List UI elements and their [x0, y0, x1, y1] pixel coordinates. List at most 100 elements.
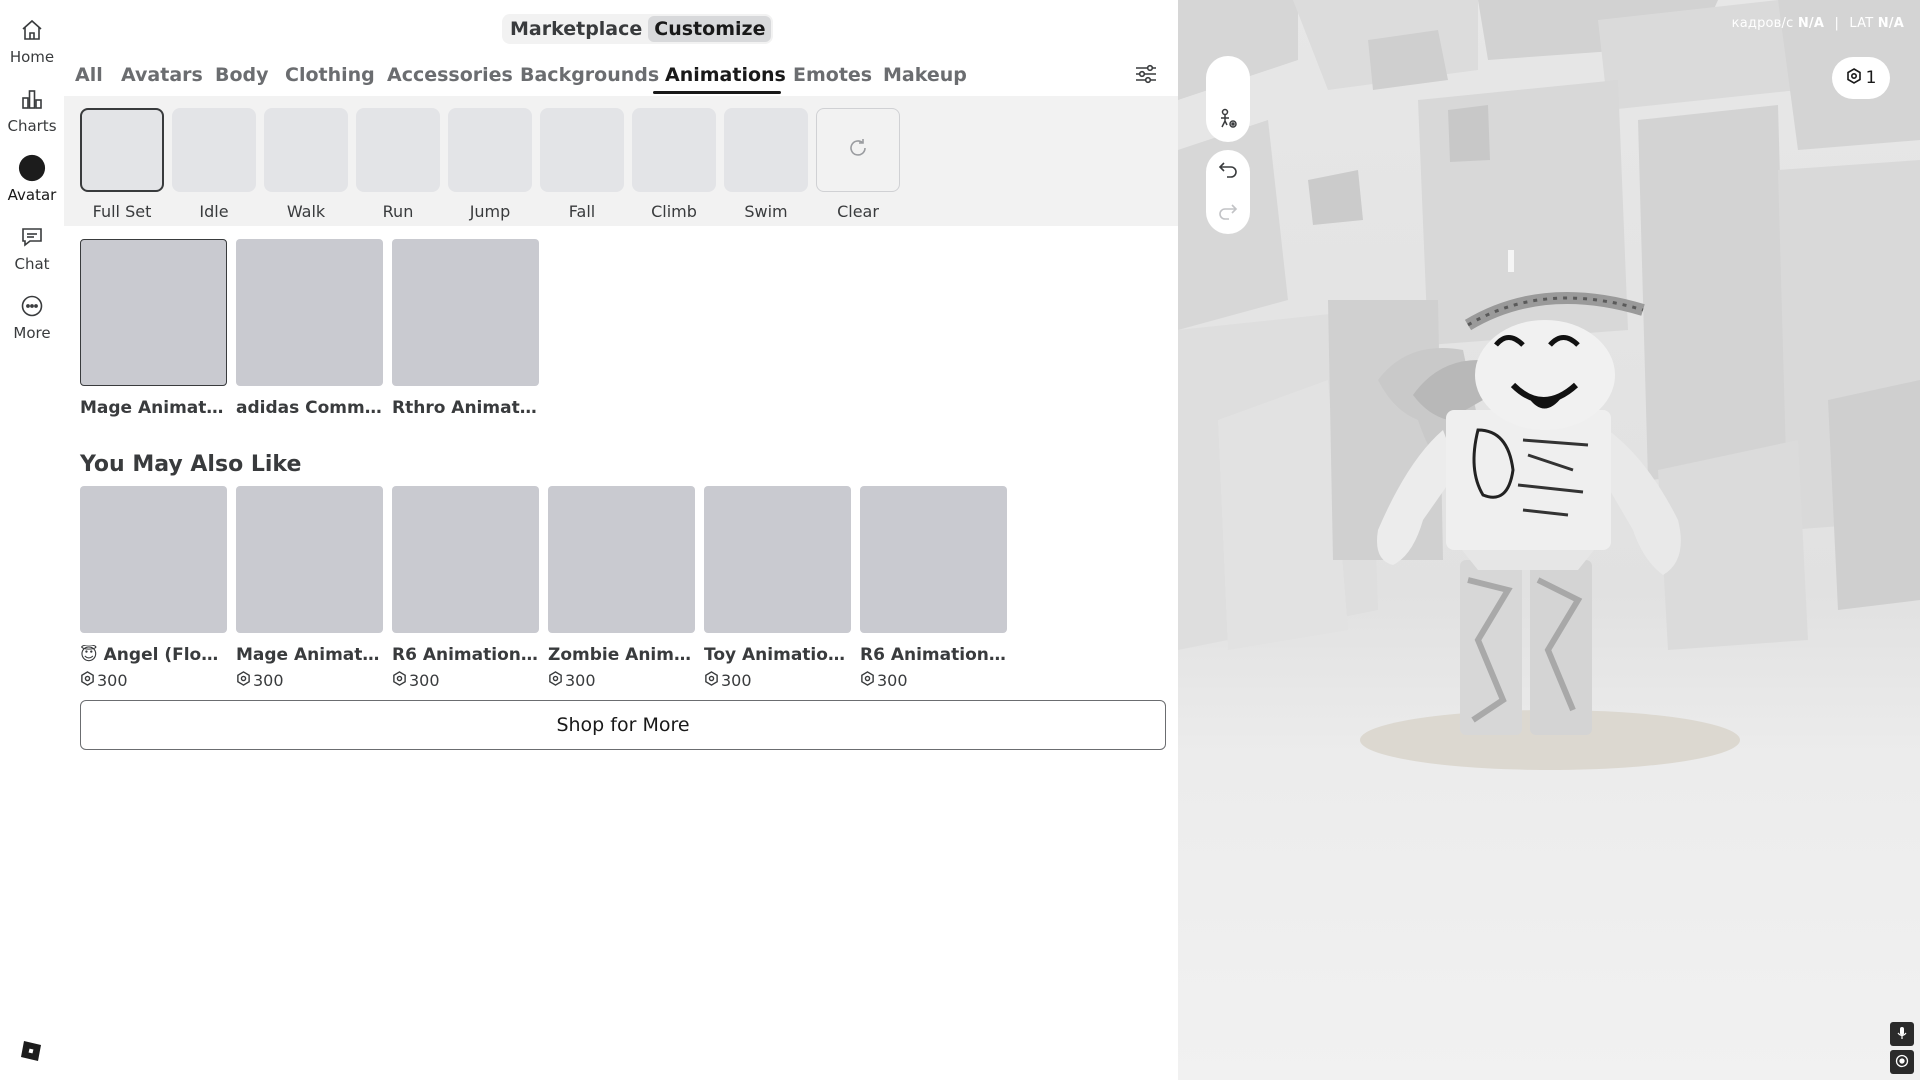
tab-accessories[interactable]: Accessories [387, 64, 513, 86]
undo-button[interactable] [1206, 150, 1250, 192]
slot-label: Idle [199, 202, 229, 221]
recommended-item[interactable]: 😇 Angel (Floati... 300 [80, 486, 227, 690]
item-thumbnail [392, 486, 539, 633]
slot-label: Walk [286, 202, 326, 221]
tab-makeup[interactable]: Makeup [883, 64, 967, 86]
item-thumbnail [236, 239, 383, 386]
item-thumbnail [548, 486, 695, 633]
charts-icon [18, 85, 46, 113]
owned-item[interactable]: Rthro Animatio... [392, 239, 539, 418]
tab-all[interactable]: All [75, 64, 103, 86]
fps-label: кадров/с [1731, 16, 1794, 31]
item-thumbnail [80, 486, 227, 633]
tab-body[interactable]: Body [215, 64, 269, 86]
nav-item-charts[interactable]: Charts [0, 73, 64, 137]
category-tabs: All Avatars Body Clothing Accessories Ba… [64, 56, 1178, 96]
person-gear-icon [1217, 108, 1239, 134]
robux-icon [860, 671, 875, 690]
left-nav: Home Charts Avatar Chat More [0, 0, 64, 1080]
item-thumbnail [236, 486, 383, 633]
recommended-item[interactable]: R6 Animation P... 300 [392, 486, 539, 690]
camera-reset-button[interactable] [1890, 1050, 1914, 1074]
item-name: adidas Commun... [236, 398, 383, 418]
latency-value: N/A [1877, 16, 1904, 31]
item-price: 300 [548, 671, 695, 690]
slot-label: Full Set [92, 202, 152, 221]
slot-label: Fall [568, 202, 596, 221]
mode-toggle: Marketplace Customize [502, 14, 774, 44]
slot-thumb [816, 108, 900, 192]
roblox-logo-icon[interactable] [20, 1040, 44, 1064]
item-thumbnail [860, 486, 1007, 633]
recommended-item[interactable]: Toy Animation ... 300 [704, 486, 851, 690]
slot-fall[interactable]: Fall [540, 108, 624, 221]
microphone-button[interactable] [1890, 1022, 1914, 1046]
tab-avatars[interactable]: Avatars [121, 64, 203, 86]
slot-full-set[interactable]: Full Set [80, 108, 164, 221]
tab-backgrounds[interactable]: Backgrounds [520, 64, 659, 86]
owned-item[interactable]: adidas Commun... [236, 239, 383, 418]
nav-label-home: Home [9, 48, 55, 66]
slot-label: Swim [744, 202, 788, 221]
nav-item-chat[interactable]: Chat [0, 211, 64, 275]
recommended-item[interactable]: Mage Animatio... 300 [236, 486, 383, 690]
slot-label: Clear [837, 202, 879, 221]
slot-climb[interactable]: Climb [632, 108, 716, 221]
slot-idle[interactable]: Idle [172, 108, 256, 221]
redo-button[interactable] [1206, 192, 1250, 234]
slot-thumb [80, 108, 164, 192]
nav-label-charts: Charts [7, 117, 57, 135]
filter-button[interactable] [1132, 62, 1160, 90]
marketplace-tab[interactable]: Marketplace [504, 16, 648, 42]
nav-item-avatar[interactable]: Avatar [0, 142, 64, 206]
avatar-3d-viewport[interactable]: кадров/с N/A | LAT N/A 1 [1178, 0, 1920, 1080]
item-name: R6 Animation P... [860, 645, 1007, 665]
latency-label: LAT [1849, 16, 1874, 31]
nav-item-more[interactable]: More [0, 280, 64, 344]
nav-item-home[interactable]: Home [0, 4, 64, 68]
customize-tab[interactable]: Customize [648, 16, 772, 42]
shop-for-more-button[interactable]: Shop for More [80, 700, 1166, 750]
slot-label: Climb [651, 202, 697, 221]
slot-run[interactable]: Run [356, 108, 440, 221]
avatar-scene [1178, 0, 1920, 770]
slot-walk[interactable]: Walk [264, 108, 348, 221]
redo-icon [1218, 202, 1238, 224]
robux-icon [236, 671, 251, 690]
item-name: Mage Animatio... [236, 645, 383, 665]
slot-clear[interactable]: Clear [816, 108, 900, 221]
item-price: 300 [236, 671, 383, 690]
target-icon [1895, 1053, 1909, 1072]
item-name: R6 Animation P... [392, 645, 539, 665]
active-tab-indicator [653, 91, 781, 94]
item-thumbnail [80, 239, 227, 386]
recommended-item[interactable]: Zombie Animati... 300 [548, 486, 695, 690]
recommended-title: You May Also Like [80, 452, 302, 477]
tab-emotes[interactable]: Emotes [793, 64, 872, 86]
recommended-item[interactable]: R6 Animation P... 300 [860, 486, 1007, 690]
item-name: Zombie Animati... [548, 645, 695, 665]
home-icon [18, 16, 46, 44]
tab-clothing[interactable]: Clothing [285, 64, 375, 86]
item-price: 300 [392, 671, 539, 690]
robux-balance-button[interactable]: 1 [1832, 57, 1890, 99]
animation-slot-row: Full Set Idle Walk Run Jump Fall Climb S… [64, 96, 1178, 226]
slot-swim[interactable]: Swim [724, 108, 808, 221]
slot-label: Jump [469, 202, 511, 221]
slot-thumb [448, 108, 532, 192]
item-price: 300 [860, 671, 1007, 690]
chat-icon [18, 223, 46, 251]
avatar-settings-button[interactable] [1206, 100, 1250, 142]
price-value: 300 [721, 671, 752, 690]
owned-item[interactable]: Mage Animatio... [80, 239, 227, 418]
slot-jump[interactable]: Jump [448, 108, 532, 221]
item-price: 300 [80, 671, 227, 690]
slot-thumb [264, 108, 348, 192]
slot-thumb [632, 108, 716, 192]
price-value: 300 [409, 671, 440, 690]
price-value: 300 [877, 671, 908, 690]
history-toolbar [1206, 150, 1250, 234]
tab-animations[interactable]: Animations [665, 64, 786, 86]
avatar-icon [18, 154, 46, 182]
item-thumbnail [392, 239, 539, 386]
